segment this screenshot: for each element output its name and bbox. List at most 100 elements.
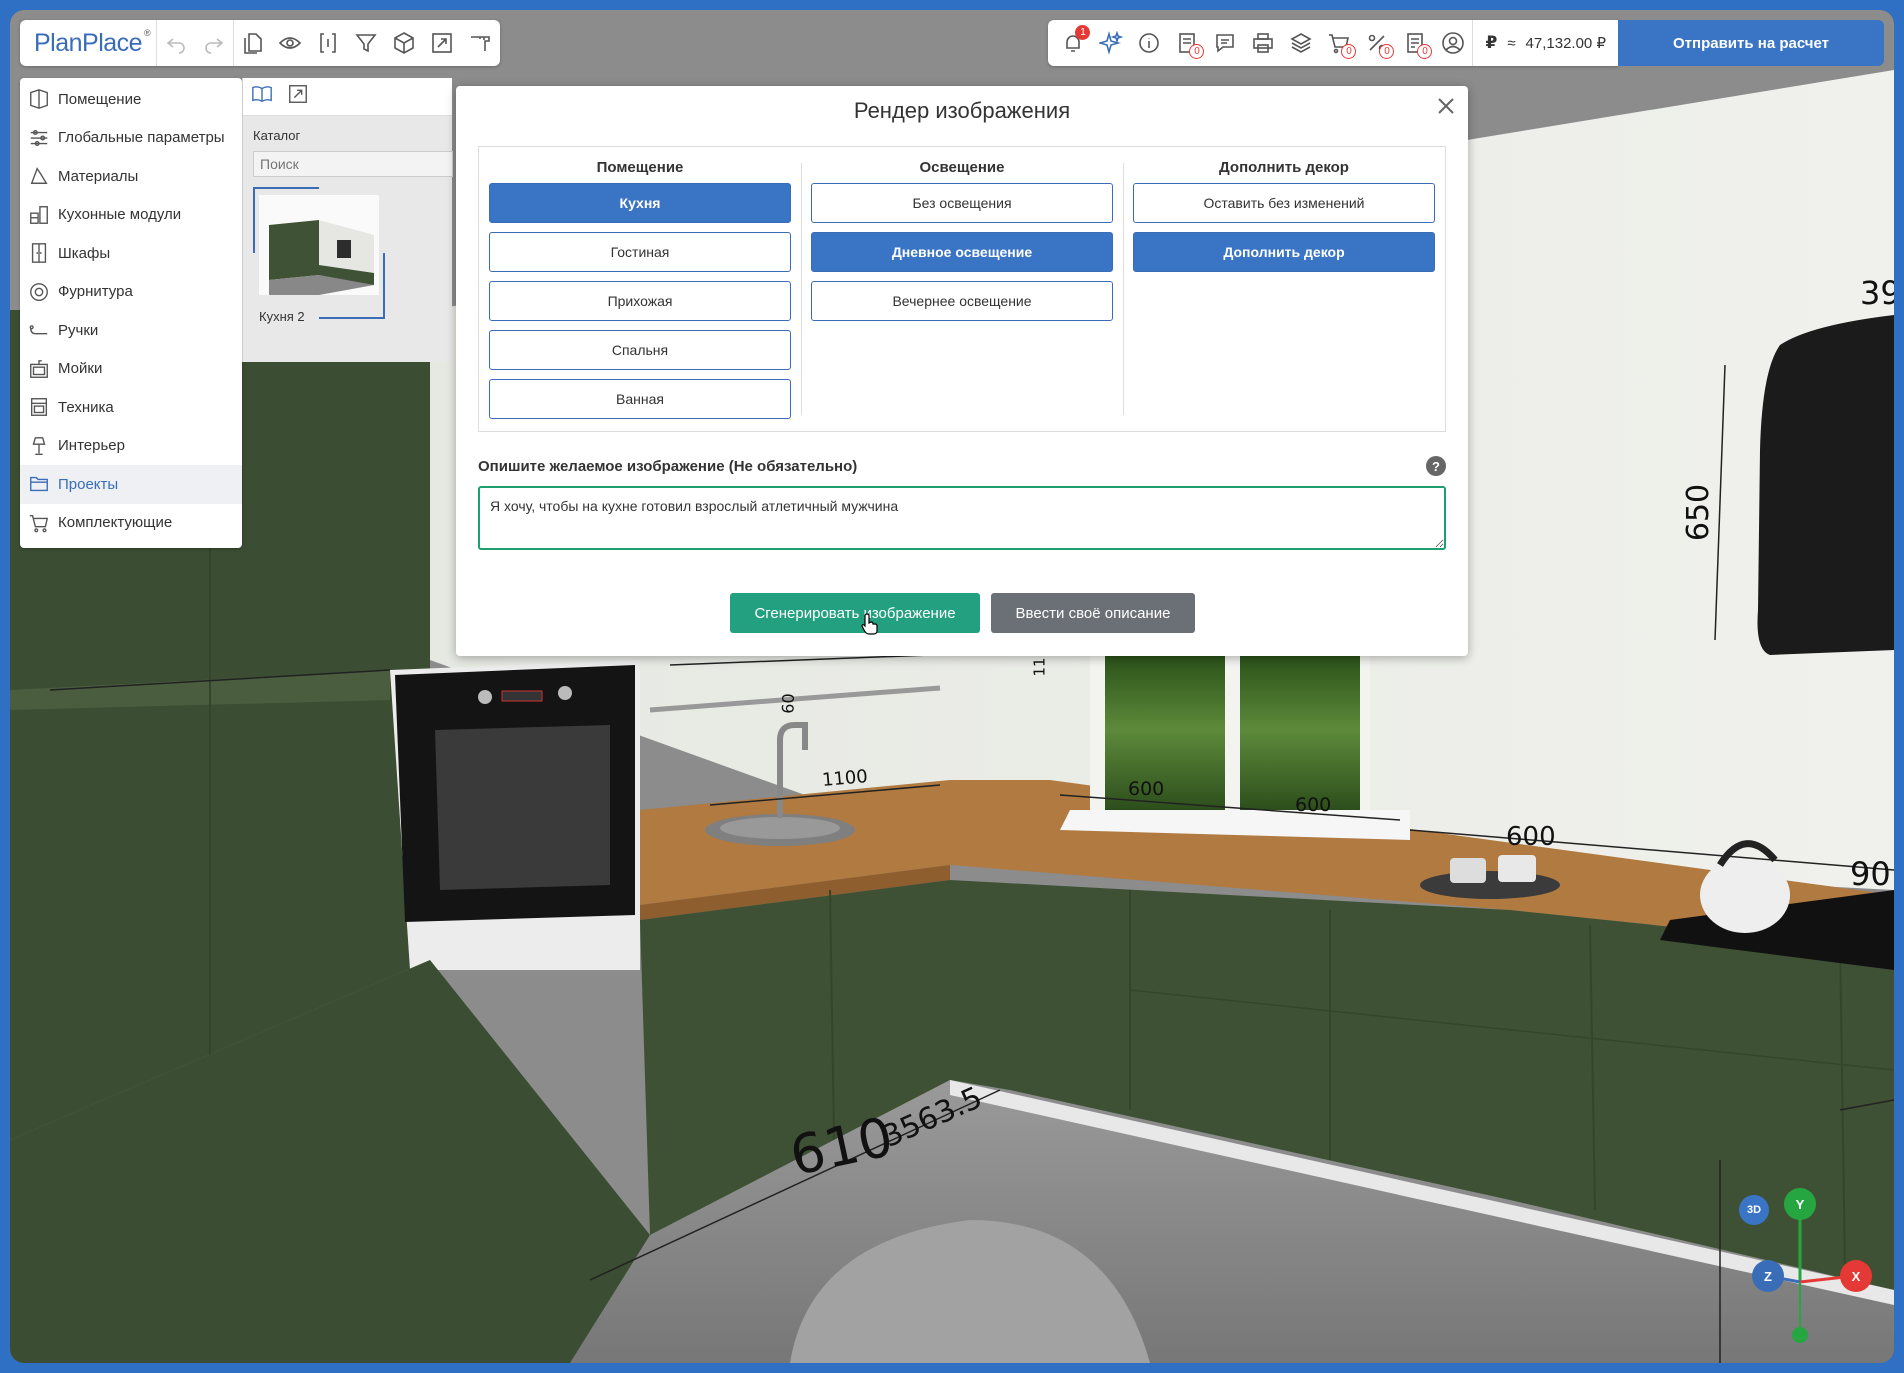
hand-cursor-icon xyxy=(861,613,878,635)
sidebar-item-materials[interactable]: Материалы xyxy=(20,157,242,196)
view-button[interactable] xyxy=(271,20,309,66)
sink-icon xyxy=(30,359,48,378)
dimension-label: 600 xyxy=(1128,778,1165,800)
help-icon[interactable]: ? xyxy=(1426,456,1446,476)
book-icon xyxy=(252,86,272,103)
sidebar-item-label: Комплектующие xyxy=(58,514,173,532)
room-option-kitchen[interactable]: Кухня xyxy=(489,183,791,223)
sidebar-menu: Помещение Глобальные параметры Материалы… xyxy=(20,78,242,548)
render-dialog: Рендер изображения Помещение Кухня Гости… xyxy=(456,86,1468,656)
close-button[interactable] xyxy=(1434,94,1458,118)
own-description-button[interactable]: Ввести своё описание xyxy=(991,593,1195,633)
sidebar-item-components[interactable]: Комплектующие xyxy=(20,504,242,543)
description-textarea[interactable]: Я хочу, чтобы на кухне готовил взрослый … xyxy=(478,486,1446,550)
axis-z-button[interactable]: Z xyxy=(1752,1260,1784,1292)
sliders-icon xyxy=(30,129,48,146)
ruler-icon xyxy=(471,36,490,51)
lighting-column: Освещение Без освещения Дневное освещени… xyxy=(801,147,1123,431)
sidebar-item-label: Материалы xyxy=(58,167,139,185)
filter-icon xyxy=(355,34,377,53)
sidebar-item-global-params[interactable]: Глобальные параметры xyxy=(20,119,242,158)
axis-x-button[interactable]: X xyxy=(1840,1260,1872,1292)
specification-badge: 0 xyxy=(1189,44,1205,59)
catalog-item-name: Кухня 2 xyxy=(259,309,305,324)
send-for-calculation-button[interactable]: Отправить на расчет xyxy=(1618,20,1884,66)
user-icon xyxy=(1442,32,1465,54)
folder-icon xyxy=(30,477,48,492)
logo[interactable]: PlanPlace ® xyxy=(20,20,158,66)
ruler-button[interactable] xyxy=(461,20,499,66)
wardrobe-icon xyxy=(31,243,47,264)
cube-icon xyxy=(394,32,414,54)
room-option-bathroom[interactable]: Ванная xyxy=(489,379,791,419)
sidebar-item-handles[interactable]: Ручки xyxy=(20,311,242,350)
room-icon xyxy=(30,89,48,110)
sidebar-item-projects[interactable]: Проекты xyxy=(20,465,242,504)
chat-button[interactable] xyxy=(1206,20,1244,66)
generate-image-button[interactable]: Сгенерировать изображение xyxy=(730,593,980,633)
room-option-bedroom[interactable]: Спальня xyxy=(489,330,791,370)
walls-button[interactable] xyxy=(309,20,347,66)
account-button[interactable] xyxy=(1434,20,1472,66)
order-button[interactable]: 0 xyxy=(1396,20,1434,66)
project-thumbnail xyxy=(259,195,379,295)
decor-option-keep[interactable]: Оставить без изменений xyxy=(1133,183,1435,223)
redo-button[interactable] xyxy=(195,20,233,66)
render-options: Помещение Кухня Гостиная Прихожая Спальн… xyxy=(478,146,1446,432)
dimension-label: 60 xyxy=(778,692,799,715)
eye-icon xyxy=(278,37,302,49)
cart-badge: 0 xyxy=(1341,44,1357,59)
dimension-label: 600 xyxy=(1506,822,1556,852)
cart-button[interactable]: 0 xyxy=(1320,20,1358,66)
print-button[interactable] xyxy=(1244,20,1282,66)
filter-button[interactable] xyxy=(347,20,385,66)
walls-icon xyxy=(320,33,336,53)
fullscreen-icon xyxy=(432,33,452,53)
catalog-expand-button[interactable] xyxy=(287,83,309,110)
sidebar-item-hardware[interactable]: Фурнитура xyxy=(20,273,242,312)
room-option-hallway[interactable]: Прихожая xyxy=(489,281,791,321)
discount-button[interactable]: 0 xyxy=(1358,20,1396,66)
room-option-living[interactable]: Гостиная xyxy=(489,232,791,272)
sidebar-item-wardrobes[interactable]: Шкафы xyxy=(20,234,242,273)
files-button[interactable] xyxy=(233,20,271,66)
catalog-panel: Каталог Кухня 2 xyxy=(242,78,453,362)
sidebar-item-label: Кухонные модули xyxy=(58,206,182,224)
column-header: Помещение xyxy=(596,159,684,176)
layers-button[interactable] xyxy=(1282,20,1320,66)
catalog-item[interactable]: Кухня 2 xyxy=(253,187,385,324)
catalog-search-input[interactable] xyxy=(253,151,453,177)
sidebar-item-label: Проекты xyxy=(58,475,119,493)
specification-button[interactable]: 0 xyxy=(1168,20,1206,66)
interior-icon xyxy=(32,436,46,455)
column-header: Дополнить декор xyxy=(1219,159,1349,176)
ai-button[interactable] xyxy=(1092,20,1130,66)
sidebar-item-room[interactable]: Помещение xyxy=(20,80,242,119)
axis-y-button[interactable]: Y xyxy=(1784,1188,1816,1220)
expand-icon xyxy=(289,85,307,103)
info-button[interactable] xyxy=(1130,20,1168,66)
undo-button[interactable] xyxy=(157,20,195,66)
sidebar-item-label: Помещение xyxy=(58,90,142,108)
logo-registered-mark: ® xyxy=(143,28,151,38)
main-toolbar: PlanPlace ® xyxy=(20,20,500,66)
sidebar-item-interior[interactable]: Интерьер xyxy=(20,427,242,466)
sidebar-item-label: Техника xyxy=(58,398,114,416)
catalog-book-button[interactable] xyxy=(251,83,273,110)
3d-view-button[interactable] xyxy=(385,20,423,66)
view-3d-button[interactable]: 3D xyxy=(1739,1195,1769,1225)
chat-icon xyxy=(1216,34,1235,53)
sidebar-item-sinks[interactable]: Мойки xyxy=(20,350,242,389)
fullscreen-button[interactable] xyxy=(423,20,461,66)
column-header: Освещение xyxy=(919,159,1005,176)
lighting-option-evening[interactable]: Вечернее освещение xyxy=(811,281,1113,321)
sidebar-item-kitchen-modules[interactable]: Кухонные модули xyxy=(20,196,242,235)
notifications-button[interactable]: 1 xyxy=(1054,20,1092,66)
lighting-option-none[interactable]: Без освещения xyxy=(811,183,1113,223)
materials-icon xyxy=(30,167,48,185)
lighting-option-daylight[interactable]: Дневное освещение xyxy=(811,232,1113,272)
dimension-label: 90 xyxy=(1850,855,1891,893)
decor-option-add[interactable]: Дополнить декор xyxy=(1133,232,1435,272)
sidebar-item-appliances[interactable]: Техника xyxy=(20,388,242,427)
sidebar-item-label: Фурнитура xyxy=(58,283,133,301)
